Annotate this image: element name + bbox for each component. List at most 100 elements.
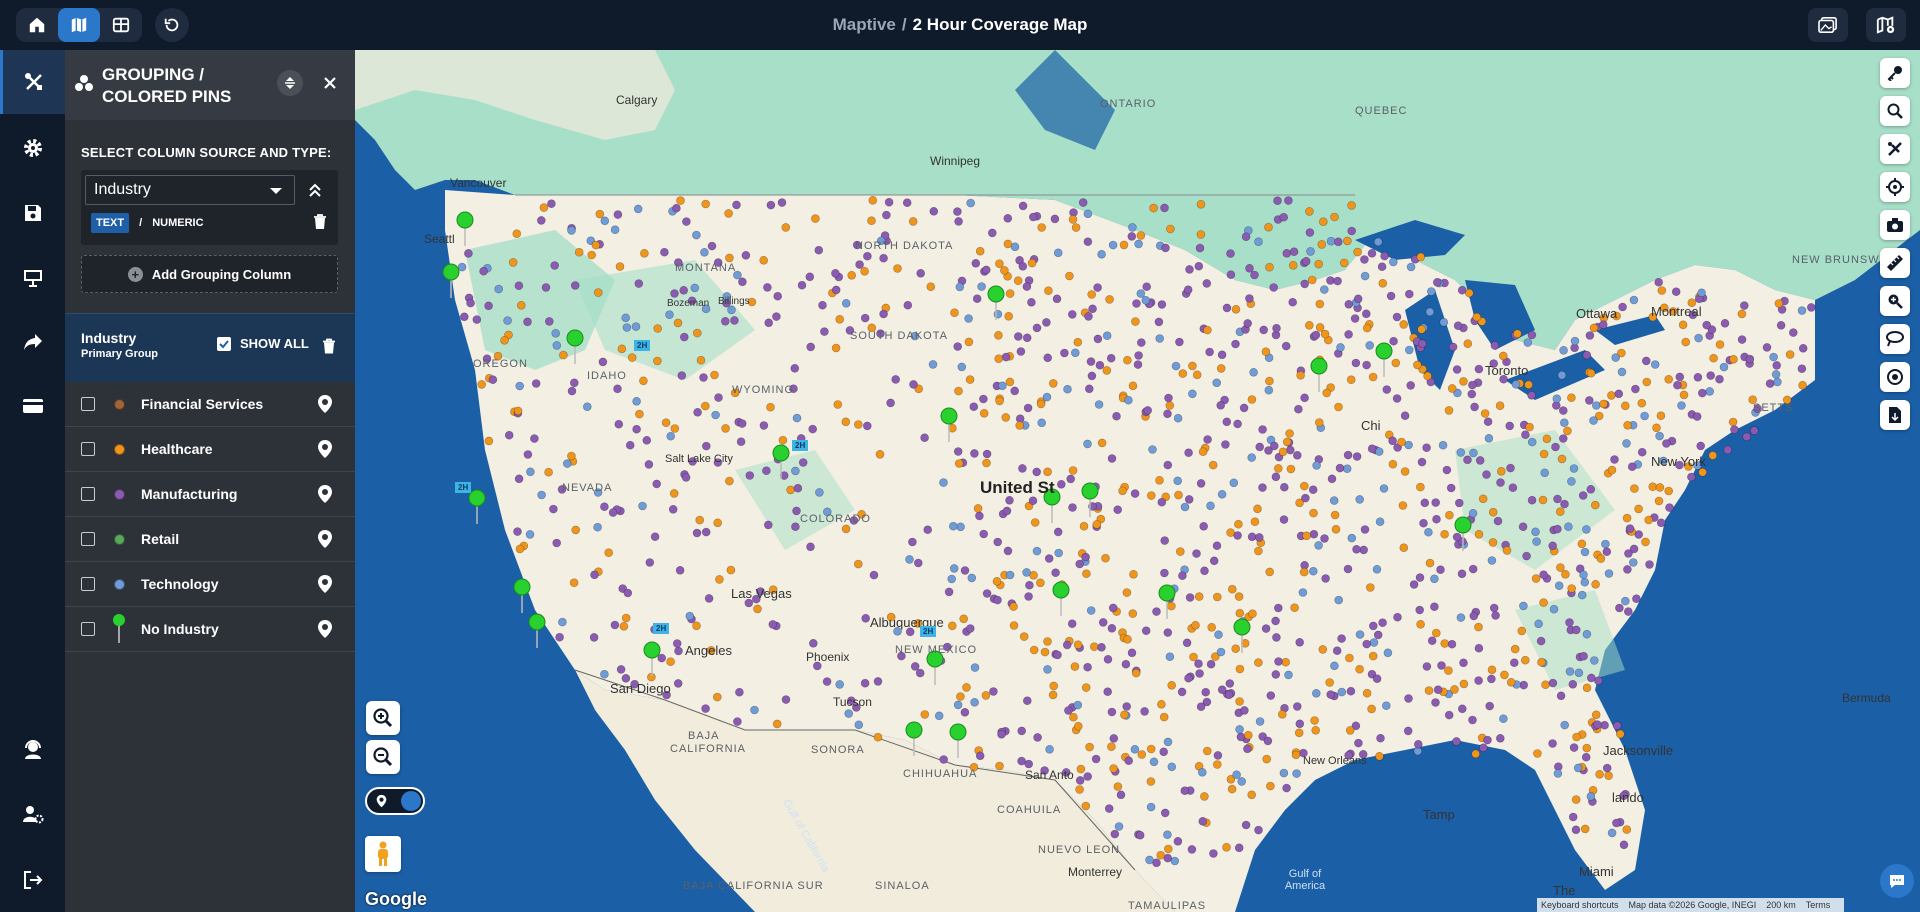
location-marker[interactable] — [1465, 288, 1474, 298]
location-marker[interactable] — [1650, 360, 1660, 369]
location-marker[interactable] — [1107, 623, 1117, 633]
location-marker[interactable] — [1195, 669, 1204, 678]
zoom-out-button[interactable] — [366, 740, 400, 774]
location-marker[interactable] — [759, 421, 769, 430]
location-marker[interactable] — [1448, 342, 1458, 352]
location-marker[interactable] — [1604, 771, 1613, 781]
location-marker[interactable] — [759, 256, 769, 265]
location-marker[interactable] — [1075, 776, 1085, 785]
location-marker[interactable] — [1607, 465, 1617, 475]
location-marker[interactable] — [1155, 334, 1165, 343]
location-marker[interactable] — [1217, 489, 1227, 499]
location-marker[interactable] — [1440, 639, 1449, 648]
location-marker[interactable] — [488, 375, 498, 385]
location-marker[interactable] — [725, 253, 734, 263]
location-marker[interactable] — [1214, 630, 1223, 640]
location-marker[interactable] — [955, 282, 965, 292]
location-marker[interactable] — [1311, 330, 1321, 340]
image-export-button[interactable] — [1808, 8, 1848, 42]
location-marker[interactable] — [1521, 430, 1530, 440]
location-marker[interactable] — [1388, 459, 1398, 469]
location-marker[interactable] — [970, 449, 979, 458]
location-marker[interactable] — [1367, 704, 1376, 714]
location-marker[interactable] — [989, 687, 998, 696]
location-marker[interactable] — [1075, 785, 1084, 794]
location-marker[interactable] — [1140, 707, 1149, 716]
location-marker[interactable] — [1582, 525, 1591, 534]
location-marker[interactable] — [1579, 651, 1588, 661]
location-marker[interactable] — [1447, 639, 1457, 649]
location-marker[interactable] — [504, 430, 514, 440]
location-marker[interactable] — [1679, 390, 1689, 400]
location-marker[interactable] — [1049, 681, 1059, 691]
location-marker[interactable] — [1375, 517, 1385, 527]
location-marker[interactable] — [786, 485, 795, 495]
location-marker[interactable] — [699, 373, 708, 382]
location-marker[interactable] — [1097, 438, 1107, 448]
location-marker[interactable] — [1005, 377, 1015, 387]
location-marker[interactable] — [1798, 343, 1808, 353]
no-industry-marker[interactable] — [468, 489, 486, 507]
location-marker[interactable] — [726, 565, 736, 575]
location-marker[interactable] — [1580, 824, 1590, 834]
location-marker[interactable] — [523, 450, 533, 459]
location-marker[interactable] — [1167, 680, 1177, 690]
location-marker[interactable] — [1087, 371, 1097, 381]
location-marker[interactable] — [1043, 353, 1053, 363]
location-marker[interactable] — [1131, 317, 1140, 326]
location-marker[interactable] — [1355, 664, 1364, 674]
location-marker[interactable] — [1607, 828, 1617, 838]
location-marker[interactable] — [1493, 516, 1503, 526]
location-marker[interactable] — [1037, 223, 1047, 232]
location-marker[interactable] — [1570, 336, 1580, 346]
location-marker[interactable] — [1336, 343, 1345, 352]
location-marker[interactable] — [1337, 687, 1347, 697]
location-marker[interactable] — [1301, 257, 1311, 266]
location-marker[interactable] — [714, 393, 723, 402]
location-marker[interactable] — [550, 261, 559, 270]
location-marker[interactable] — [1474, 676, 1483, 685]
location-marker[interactable] — [1086, 357, 1096, 366]
location-marker[interactable] — [1319, 285, 1329, 294]
location-marker[interactable] — [1315, 299, 1325, 309]
location-marker[interactable] — [1433, 685, 1443, 695]
location-marker[interactable] — [1221, 440, 1230, 449]
location-marker[interactable] — [948, 521, 958, 531]
location-marker[interactable] — [692, 621, 701, 631]
location-marker[interactable] — [1457, 569, 1467, 579]
reorder-button[interactable] — [277, 70, 303, 96]
location-marker[interactable] — [1474, 529, 1484, 539]
location-marker[interactable] — [1159, 747, 1169, 757]
location-marker[interactable] — [1677, 401, 1686, 410]
location-marker[interactable] — [1160, 568, 1169, 578]
location-marker[interactable] — [1343, 564, 1353, 574]
location-marker[interactable] — [1762, 343, 1772, 352]
location-marker[interactable] — [1330, 212, 1339, 222]
collapse-button[interactable] — [303, 177, 327, 203]
location-marker[interactable] — [1468, 715, 1477, 725]
location-marker[interactable] — [1184, 495, 1194, 504]
location-marker[interactable] — [1206, 501, 1215, 511]
location-marker[interactable] — [1538, 495, 1548, 505]
location-marker[interactable] — [642, 435, 652, 445]
group-item[interactable]: Healthcare — [65, 427, 355, 472]
location-marker[interactable] — [1468, 508, 1478, 518]
location-marker[interactable] — [627, 353, 637, 362]
location-marker[interactable] — [665, 310, 674, 320]
location-marker[interactable] — [975, 511, 984, 521]
location-marker[interactable] — [923, 525, 933, 535]
location-marker[interactable] — [1521, 655, 1530, 665]
location-marker[interactable] — [1157, 497, 1167, 507]
delete-column-button[interactable] — [313, 214, 327, 235]
location-marker[interactable] — [1510, 644, 1520, 654]
location-marker[interactable] — [1091, 754, 1101, 764]
location-marker[interactable] — [1719, 362, 1729, 372]
location-marker[interactable] — [981, 265, 991, 275]
location-marker[interactable] — [762, 466, 771, 476]
location-marker[interactable] — [1539, 449, 1549, 459]
location-marker[interactable] — [1539, 598, 1548, 607]
location-marker[interactable] — [1797, 364, 1807, 374]
location-marker[interactable] — [1496, 733, 1505, 743]
location-marker[interactable] — [1375, 751, 1384, 761]
group-item[interactable]: Manufacturing — [65, 472, 355, 517]
